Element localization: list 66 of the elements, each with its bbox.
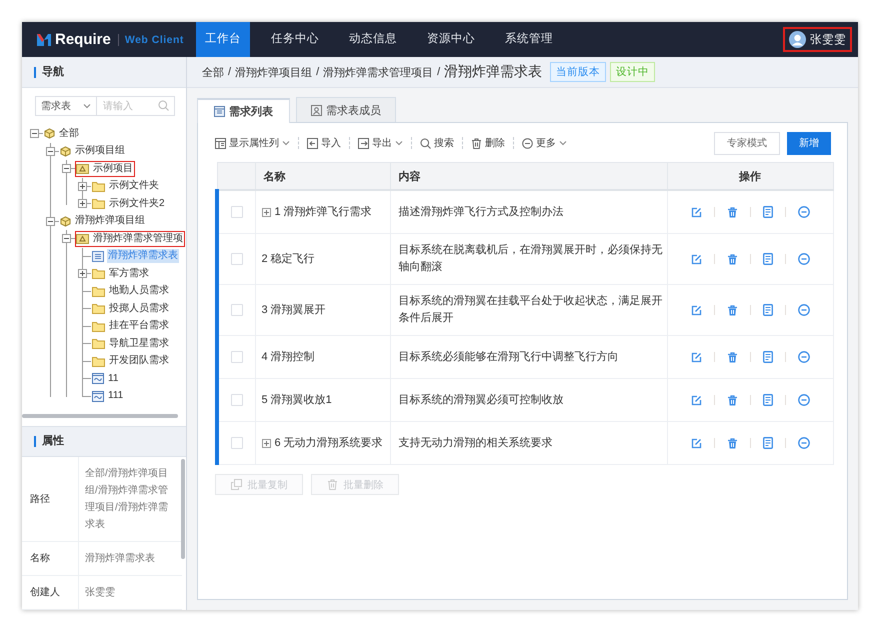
tree-item[interactable]: 军方需求 (108, 266, 150, 281)
breadcrumb-separator: / (316, 66, 320, 78)
user-menu[interactable]: 张雯雯 (783, 27, 852, 52)
page-title: 滑翔炸弹需求表 (444, 63, 542, 81)
tree-item[interactable]: 挂在平台需求 (108, 319, 170, 334)
property-label: 创建人 (22, 576, 78, 610)
user-name: 张雯雯 (810, 32, 846, 47)
mode-button[interactable]: 专家模式 (714, 132, 780, 154)
property-value: 张雯雯 (78, 576, 182, 610)
add-button[interactable]: 新增 (787, 132, 831, 154)
requirement-name: 5 滑翔翼收放1 (262, 392, 332, 408)
column-header: 名称 (255, 162, 390, 190)
toolbar-button[interactable]: 删除 (463, 136, 513, 150)
requirement-content: 支持无动力滑翔的相关系统要求 (390, 422, 667, 464)
tree-item[interactable]: 导航卫星需求 (108, 336, 170, 351)
toolbar-button[interactable]: 导出 (350, 136, 411, 150)
version-badge: 当前版本 (550, 62, 606, 82)
tree-item[interactable]: 示例文件夹2 (108, 196, 166, 211)
requirement-content: 目标系统的滑翔翼必须可控制收放 (390, 378, 667, 422)
requirement-name: 4 滑翔控制 (262, 350, 315, 364)
nav-tab[interactable]: 系统管理 (496, 22, 562, 57)
product-subtitle: Web Client (118, 34, 184, 46)
panel-title: 导航 (34, 66, 64, 78)
toolbar-button[interactable]: 导入 (299, 136, 349, 150)
status-badge: 设计中 (610, 62, 656, 82)
nav-tab[interactable]: 动态信息 (340, 22, 406, 57)
tree-item[interactable]: 示例文件夹 (108, 179, 160, 194)
toolbar-button[interactable]: 显示属性列 (215, 136, 298, 150)
column-header: 内容 (390, 162, 667, 190)
requirement-name: 3 滑翔翼展开 (262, 302, 326, 318)
breadcrumb-link[interactable]: 全部 (202, 64, 224, 80)
requirement-content: 描述滑翔炸弹飞行方式及控制办法 (390, 190, 667, 234)
requirement-name: 2 稳定飞行 (262, 252, 315, 266)
property-label: 名称 (22, 542, 78, 576)
nav-tab[interactable]: 工作台 (196, 22, 250, 57)
tree-item[interactable]: 示例项目组 (74, 144, 126, 158)
tree-item[interactable]: 111 (107, 389, 124, 404)
tree-item[interactable]: 滑翔炸弹项目组 (74, 214, 146, 228)
requirement-content: 目标系统在脱离载机后，在滑翔翼展开时，必须保持无轴向翻滚 (390, 234, 667, 284)
toolbar-button[interactable]: 更多 (514, 136, 575, 150)
tree-item[interactable]: 11 (107, 372, 120, 386)
tree-item[interactable]: 开发团队需求 (108, 354, 170, 368)
column-header: 操作 (667, 162, 833, 190)
brand-name: Require (55, 31, 111, 48)
tree-item[interactable]: 滑翔炸弹需求管理项 (92, 232, 184, 246)
nav-tab[interactable]: 资源中心 (418, 22, 484, 57)
breadcrumb-link[interactable]: 滑翔炸弹项目组 (235, 64, 312, 80)
toolbar-button[interactable]: 搜索 (412, 136, 462, 150)
requirement-content: 目标系统的滑翔翼在挂载平台处于收起状态，满足展开条件后展开 (390, 284, 667, 336)
nav-tab[interactable]: 任务中心 (262, 22, 328, 57)
tab[interactable]: 需求表成员 (296, 97, 396, 122)
requirement-content: 目标系统必须能够在滑翔飞行中调整飞行方向 (390, 336, 667, 378)
tree-item[interactable]: 全部 (58, 126, 80, 141)
scope-select[interactable]: 需求表 (35, 96, 97, 116)
tree-item[interactable]: 示例项目 (92, 162, 134, 176)
breadcrumb-separator: / (437, 66, 440, 78)
tree-item[interactable]: 地勤人员需求 (108, 284, 170, 298)
panel-title: 属性 (34, 436, 64, 447)
property-label: 路径 (22, 457, 78, 542)
tab[interactable]: 需求列表 (197, 98, 290, 123)
breadcrumb-separator: / (228, 66, 232, 78)
requirement-name: 6 无动力滑翔系统要求 (274, 436, 383, 450)
search-field[interactable]: 请输入 (97, 96, 175, 116)
requirement-name: 1 滑翔炸弹飞行需求 (274, 204, 372, 220)
tree-item[interactable]: 投掷人员需求 (108, 302, 170, 316)
breadcrumb-link[interactable]: 滑翔炸弹需求管理项目 (323, 64, 434, 80)
